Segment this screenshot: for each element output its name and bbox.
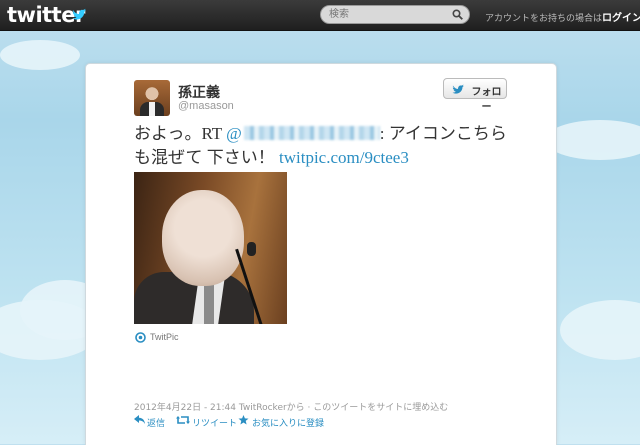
cloud xyxy=(545,120,640,160)
photo-head xyxy=(162,190,244,286)
avatar[interactable] xyxy=(134,80,170,116)
login-link[interactable]: ログイン xyxy=(602,13,640,24)
tweet-photo[interactable] xyxy=(134,172,287,324)
login-prompt-text: アカウントをお持ちの場合は xyxy=(485,14,603,24)
author-name[interactable]: 孫正義 xyxy=(178,82,220,102)
bird-icon xyxy=(72,8,86,20)
star-icon xyxy=(238,415,249,425)
mention-link[interactable]: @ xyxy=(226,124,380,143)
tweet-timestamp[interactable]: 2012年4月22日 - 21:44 TwitRockerから xyxy=(134,403,305,413)
search-box[interactable] xyxy=(320,5,470,24)
tweet-card: 孫正義 @masason フォロー およっ。RT @: アイコンこちらも混ぜて … xyxy=(85,63,557,445)
favorite-label: お気に入りに登録 xyxy=(252,419,325,429)
author-handle[interactable]: @masason xyxy=(178,100,234,112)
embed-link[interactable]: このツイートをサイトに埋め込む xyxy=(313,403,448,413)
tweet-text: およっ。RT @: アイコンこちらも混ぜて 下さい！ twitpic.com/9… xyxy=(134,122,514,170)
cloud xyxy=(560,300,640,360)
retweet-icon xyxy=(176,416,190,424)
follow-button[interactable]: フォロー xyxy=(443,78,507,113)
top-navigation-bar: twitter アカウントをお持ちの場合はログイン xyxy=(0,0,640,31)
twitpic-icon xyxy=(135,332,146,343)
avatar-shirt xyxy=(149,102,155,116)
magnifier-icon[interactable] xyxy=(452,9,463,20)
tweet-text-prefix: およっ。RT xyxy=(134,124,227,143)
cloud xyxy=(0,40,80,70)
search-input[interactable] xyxy=(329,6,449,23)
retweet-label: リツイート xyxy=(192,419,238,429)
microphone xyxy=(247,242,256,256)
bird-icon xyxy=(452,84,464,94)
meta-separator: · xyxy=(304,403,314,413)
reply-label: 返信 xyxy=(147,419,166,429)
tweet-meta: 2012年4月22日 - 21:44 TwitRockerから · このツイート… xyxy=(134,400,448,413)
login-prompt: アカウントをお持ちの場合はログイン xyxy=(485,9,640,24)
mention-at: @ xyxy=(226,124,242,143)
media-source-label[interactable]: TwitPic xyxy=(150,332,179,342)
reply-arrow-icon xyxy=(134,415,145,424)
blurred-username xyxy=(243,126,380,140)
follow-label: フォロー xyxy=(471,87,502,113)
tweet-link[interactable]: twitpic.com/9ctee3 xyxy=(279,148,409,167)
